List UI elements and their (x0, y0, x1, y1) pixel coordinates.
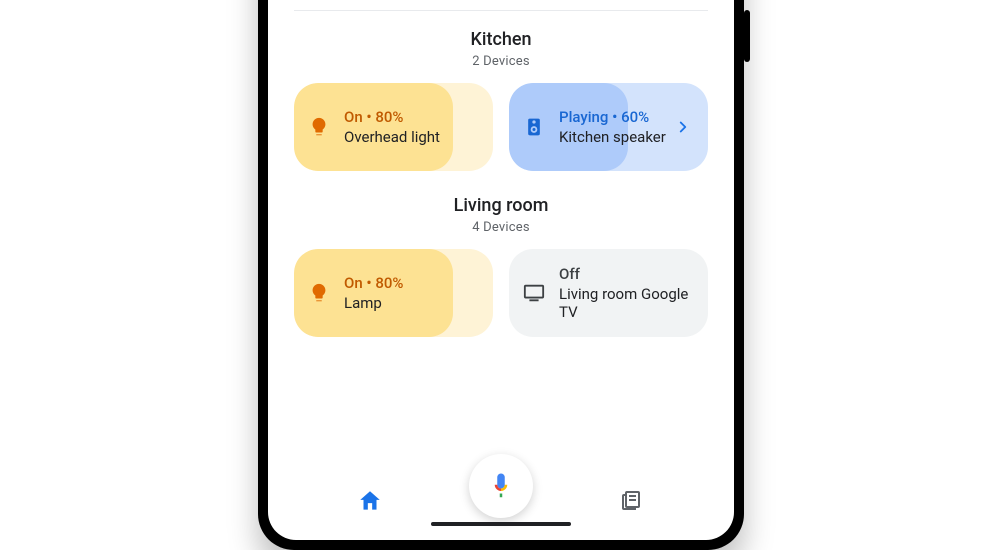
device-status: Off (559, 265, 692, 283)
phone-screen: Kitchen 2 Devices On • 80% Overhead ligh… (268, 0, 734, 540)
phone-frame: Kitchen 2 Devices On • 80% Overhead ligh… (258, 0, 744, 550)
device-card-kitchen-speaker[interactable]: Playing • 60% Kitchen speaker (509, 83, 708, 171)
device-name: Lamp (344, 294, 403, 312)
bulb-icon (308, 282, 330, 304)
gesture-bar (431, 522, 571, 526)
bottom-nav (268, 468, 734, 540)
nav-home-button[interactable] (348, 479, 392, 523)
chevron-right-icon (674, 118, 692, 136)
room-subtitle: 4 Devices (268, 220, 734, 235)
device-status: On • 80% (344, 108, 440, 126)
bulb-icon (308, 116, 330, 138)
nav-feed-button[interactable] (610, 479, 654, 523)
device-card-overhead-light[interactable]: On • 80% Overhead light (294, 83, 493, 171)
device-name: Kitchen speaker (559, 128, 666, 146)
tv-icon (523, 282, 545, 304)
device-name: Overhead light (344, 128, 440, 146)
room-title: Kitchen (268, 29, 734, 50)
speaker-icon (523, 116, 545, 138)
room-title: Living room (268, 195, 734, 216)
assistant-mic-button[interactable] (469, 454, 533, 518)
device-card-lamp[interactable]: On • 80% Lamp (294, 249, 493, 337)
room-subtitle: 2 Devices (268, 54, 734, 69)
device-status: Playing • 60% (559, 108, 666, 126)
device-name: Living room Google TV (559, 285, 692, 321)
device-status: On • 80% (344, 274, 403, 292)
divider (294, 10, 708, 11)
device-card-living-room-tv[interactable]: Off Living room Google TV (509, 249, 708, 337)
